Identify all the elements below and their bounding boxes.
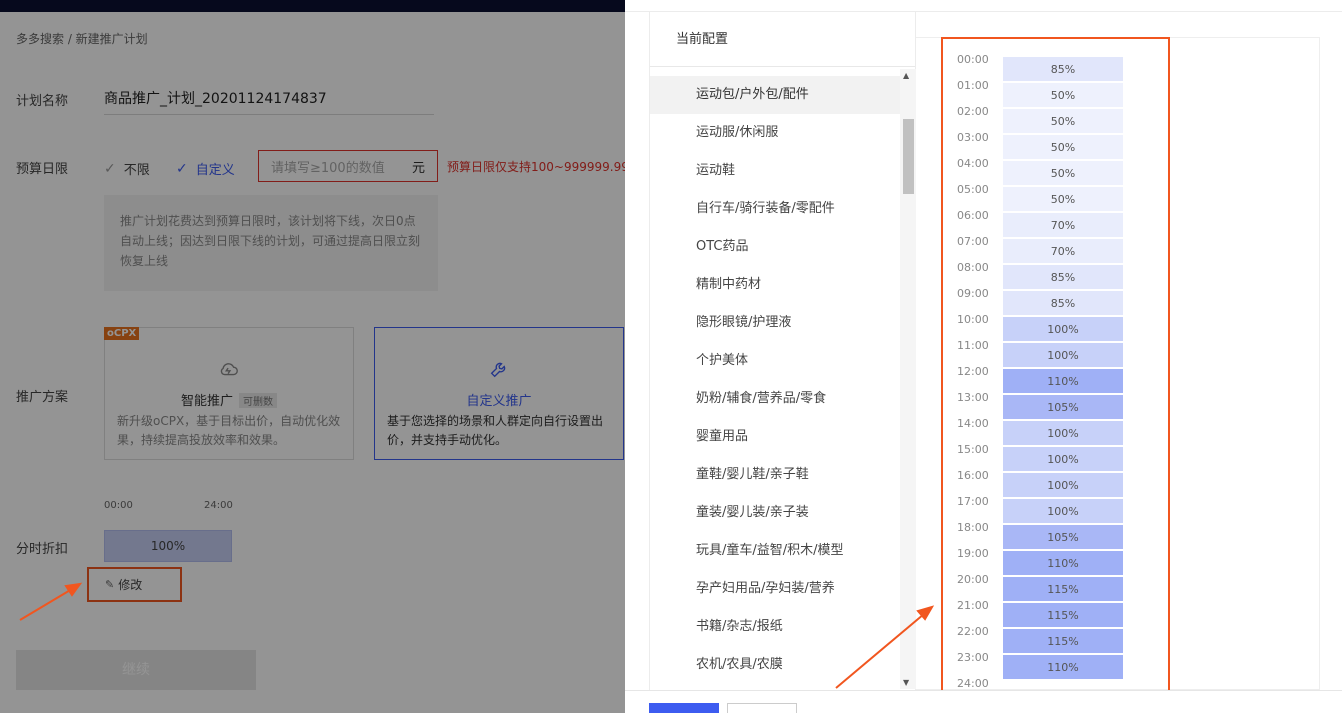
hour-time: 03:00	[957, 131, 989, 144]
category-item[interactable]: 玩具/童车/益智/积木/模型	[650, 532, 900, 570]
hour-discount-table: 00:00 85% 01:00 50% 02:00 50% 03:00 50% 04:00 50%…	[941, 37, 1170, 693]
hour-row: 01:00 50%	[943, 79, 1168, 108]
hour-time: 00:00	[957, 53, 989, 66]
hour-time: 19:00	[957, 547, 989, 560]
hour-row: 03:00 50%	[943, 131, 1168, 160]
hour-row: 18:00 105%	[943, 521, 1168, 550]
hour-time: 22:00	[957, 625, 989, 638]
hour-time: 23:00	[957, 651, 989, 664]
hour-time: 13:00	[957, 391, 989, 404]
hour-time: 10:00	[957, 313, 989, 326]
hour-row: 08:00 85%	[943, 261, 1168, 290]
hour-row: 00:00 85%	[943, 53, 1168, 82]
scroll-down-icon[interactable]: ▼	[903, 678, 909, 687]
category-item[interactable]: 运动鞋	[650, 152, 900, 190]
hour-time: 06:00	[957, 209, 989, 222]
category-item[interactable]: 童装/婴儿装/亲子装	[650, 494, 900, 532]
cancel-button[interactable]	[727, 703, 797, 713]
hour-time: 09:00	[957, 287, 989, 300]
hour-row: 04:00 50%	[943, 157, 1168, 186]
category-item[interactable]: 婴童用品	[650, 418, 900, 456]
category-list: 运动包/户外包/配件 运动服/休闲服 运动鞋 自行车/骑行装备/零配件 OTC药品 精制中…	[650, 76, 900, 684]
hour-time: 07:00	[957, 235, 989, 248]
hour-row: 14:00 100%	[943, 417, 1168, 446]
hour-row: 16:00 100%	[943, 469, 1168, 498]
hour-row: 12:00 110%	[943, 365, 1168, 394]
category-item[interactable]: 童鞋/婴儿鞋/亲子鞋	[650, 456, 900, 494]
category-panel: 当前配置 运动包/户外包/配件 运动服/休闲服 运动鞋 自行车/骑行装备/零配件 OTC…	[649, 12, 916, 690]
category-item[interactable]: 自行车/骑行装备/零配件	[650, 190, 900, 228]
hour-row: 10:00 100%	[943, 313, 1168, 342]
hour-row: 23:00 110%	[943, 651, 1168, 680]
category-item[interactable]: 隐形眼镜/护理液	[650, 304, 900, 342]
category-scrollbar[interactable]: ▲ ▼	[900, 69, 916, 689]
hour-time: 01:00	[957, 79, 989, 92]
hour-time: 18:00	[957, 521, 989, 534]
hour-time: 02:00	[957, 105, 989, 118]
hour-row: 02:00 50%	[943, 105, 1168, 134]
hour-time: 14:00	[957, 417, 989, 430]
category-item[interactable]: 精制中药材	[650, 266, 900, 304]
hour-time: 05:00	[957, 183, 989, 196]
modal-overlay[interactable]	[0, 0, 625, 713]
category-item[interactable]: 运动服/休闲服	[650, 114, 900, 152]
hour-row: 21:00 115%	[943, 599, 1168, 628]
hour-row: 19:00 110%	[943, 547, 1168, 576]
hour-row: 06:00 70%	[943, 209, 1168, 238]
hour-row: 05:00 50%	[943, 183, 1168, 212]
hour-time: 11:00	[957, 339, 989, 352]
scroll-thumb[interactable]	[903, 119, 914, 194]
category-item[interactable]: OTC药品	[650, 228, 900, 266]
hour-row: 07:00 70%	[943, 235, 1168, 264]
hour-time: 16:00	[957, 469, 989, 482]
hour-row: 17:00 100%	[943, 495, 1168, 524]
hour-time: 20:00	[957, 573, 989, 586]
hour-time: 15:00	[957, 443, 989, 456]
category-item[interactable]: 奶粉/辅食/营养品/零食	[650, 380, 900, 418]
scroll-up-icon[interactable]: ▲	[903, 71, 909, 80]
hour-row: 09:00 85%	[943, 287, 1168, 316]
hour-time: 12:00	[957, 365, 989, 378]
category-item[interactable]: 农机/农具/农膜	[650, 646, 900, 684]
category-item[interactable]: 个护美体	[650, 342, 900, 380]
hour-time: 17:00	[957, 495, 989, 508]
category-item[interactable]: 孕产妇用品/孕妇装/营养	[650, 570, 900, 608]
config-drawer: 当前配置 运动包/户外包/配件 运动服/休闲服 运动鞋 自行车/骑行装备/零配件 OTC…	[625, 0, 1342, 713]
hour-row: 22:00 115%	[943, 625, 1168, 654]
confirm-button[interactable]	[649, 703, 719, 713]
hour-time: 08:00	[957, 261, 989, 274]
current-config-header: 当前配置	[650, 12, 915, 67]
drawer-top-border	[625, 0, 1342, 12]
hour-time-end: 24:00	[957, 677, 989, 690]
hour-row: 20:00 115%	[943, 573, 1168, 602]
hour-time: 21:00	[957, 599, 989, 612]
hour-row: 15:00 100%	[943, 443, 1168, 472]
hour-row: 13:00 105%	[943, 391, 1168, 420]
hour-row: 11:00 100%	[943, 339, 1168, 368]
hour-time: 04:00	[957, 157, 989, 170]
category-item[interactable]: 书籍/杂志/报纸	[650, 608, 900, 646]
category-item[interactable]: 运动包/户外包/配件	[650, 76, 900, 114]
drawer-footer	[625, 690, 1342, 713]
